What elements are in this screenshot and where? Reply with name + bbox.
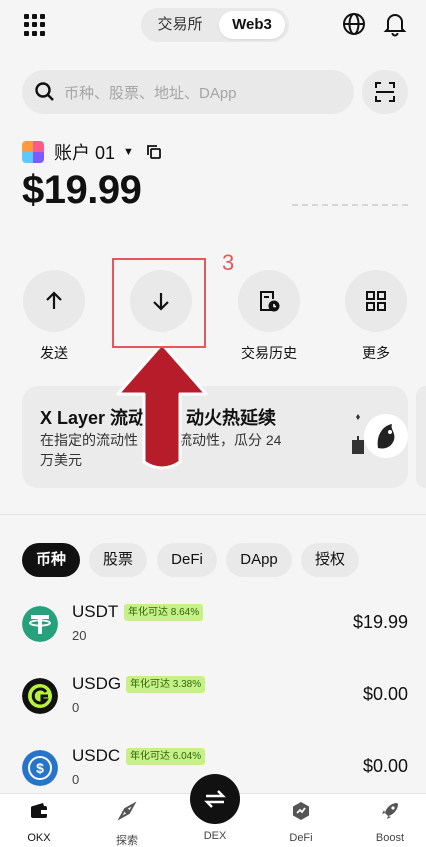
tab-boost[interactable]: Boost [355, 800, 425, 844]
more-label: 更多 [362, 345, 390, 361]
scan-button[interactable] [362, 70, 408, 114]
banner-desc-line2: 万美元 [40, 452, 82, 468]
history-button[interactable] [238, 270, 300, 332]
swap-icon [204, 790, 226, 808]
token-row[interactable]: USDG 年化可达 3.38% 0 $0.00 [22, 672, 408, 726]
bell-icon[interactable] [383, 11, 407, 37]
section-divider [0, 514, 426, 515]
rocket-icon [382, 803, 398, 819]
annotation-step-number: 3 [222, 250, 235, 275]
token-amount: 0 [72, 700, 80, 715]
tab-dex-label: DEX [203, 830, 227, 842]
svg-text:$: $ [36, 760, 44, 776]
send-label: 发送 [40, 345, 68, 361]
token-value: $0.00 [362, 684, 408, 704]
apy-badge[interactable]: 年化可达 6.04% [126, 748, 206, 765]
wallet-icon [31, 803, 47, 818]
caret-down-icon[interactable]: ▼ [123, 146, 134, 158]
chip-stocks[interactable]: 股票 [89, 543, 147, 577]
token-amount: 20 [72, 628, 87, 643]
account-name: 账户 01 [54, 143, 116, 163]
apy-badge[interactable]: 年化可达 3.38% [126, 676, 206, 693]
chip-defi[interactable]: DeFi [157, 543, 217, 577]
token-symbol: USDG [72, 674, 122, 693]
search-placeholder: 币种、股票、地址、DApp [64, 85, 237, 102]
send-action[interactable]: 发送 [22, 270, 86, 363]
compass-icon [117, 801, 137, 821]
promo-banner-next[interactable] [416, 386, 426, 488]
chip-approvals[interactable]: 授权 [301, 543, 359, 577]
annotation-arrow-icon [116, 342, 208, 470]
grid-icon [366, 291, 386, 311]
chip-tokens[interactable]: 币种 [22, 543, 80, 577]
token-row[interactable]: USDT 年化可达 8.64% 20 $19.99 [22, 600, 408, 654]
copy-icon[interactable] [146, 144, 162, 160]
tab-explore[interactable]: 探索 [92, 800, 162, 847]
tab-defi-label: DeFi [289, 832, 313, 844]
search-bar[interactable]: 币种、股票、地址、DApp [22, 70, 354, 114]
account-avatar [22, 141, 44, 163]
annotation-highlight-box [112, 258, 206, 348]
token-amount: 0 [72, 772, 80, 787]
more-action[interactable]: 更多 [344, 270, 408, 363]
apy-badge[interactable]: 年化可达 8.64% [124, 604, 204, 621]
segment-exchange[interactable]: 交易所 [145, 11, 215, 39]
chip-dapp[interactable]: DApp [226, 543, 292, 577]
balance-sparkline [292, 204, 408, 208]
history-icon [260, 291, 280, 312]
scan-icon [375, 82, 395, 102]
usdg-icon [22, 678, 58, 714]
token-value: $0.00 [362, 756, 408, 776]
more-button[interactable] [345, 270, 407, 332]
usdt-icon [22, 606, 58, 642]
tab-explore-label: 探索 [116, 835, 138, 847]
usdc-icon: $ [22, 750, 58, 786]
globe-icon[interactable] [342, 12, 366, 36]
token-value: $19.99 [352, 612, 408, 632]
promo-banner[interactable]: X Layer 流动性 动火热延续 在指定的流动性 供流动性，瓜分 24 万美元 [22, 386, 408, 488]
tab-okx[interactable]: OKX [4, 800, 74, 844]
tab-boost-label: Boost [375, 832, 405, 844]
send-button[interactable] [23, 270, 85, 332]
history-action[interactable]: 交易历史 [237, 270, 301, 363]
segment-web3[interactable]: Web3 [219, 11, 285, 39]
exchange-web3-toggle: 交易所 Web3 [141, 8, 289, 42]
history-label: 交易历史 [241, 345, 297, 361]
defi-icon [293, 802, 309, 820]
tab-okx-label: OKX [27, 832, 51, 844]
apps-grid-icon[interactable] [24, 14, 48, 36]
arrow-up-icon [46, 291, 62, 309]
token-symbol: USDT [72, 602, 119, 621]
dex-button[interactable] [190, 774, 240, 824]
search-icon [35, 82, 54, 101]
account-selector[interactable]: 账户 01 ▼ [22, 140, 162, 164]
uniswap-unicorn-icon [352, 414, 408, 458]
total-balance: $19.99 [22, 168, 142, 212]
tab-defi[interactable]: DeFi [266, 800, 336, 844]
top-bar: 交易所 Web3 [0, 0, 426, 50]
token-symbol: USDC [72, 746, 121, 765]
